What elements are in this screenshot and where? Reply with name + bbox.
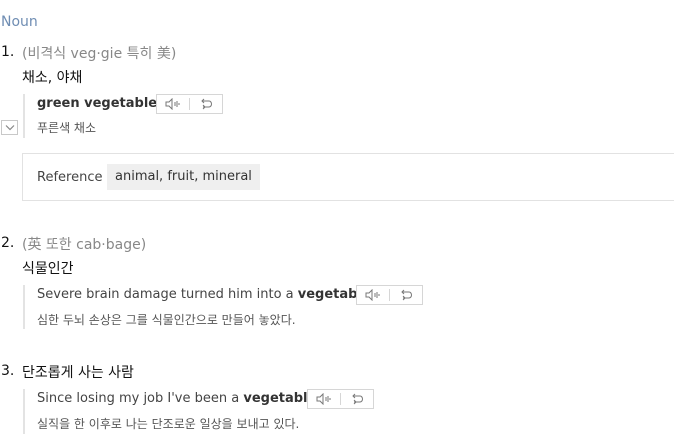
play-audio-button[interactable]: [308, 390, 340, 408]
reference-links[interactable]: animal, fruit, mineral: [107, 164, 260, 190]
sense-2-example-translation: 심한 두뇌 손상은 그를 식물인간으로 만들어 놓았다.: [37, 313, 296, 327]
repeat-audio-button[interactable]: [190, 95, 222, 113]
speaker-icon: [165, 98, 180, 110]
speaker-icon: [316, 393, 331, 405]
sense-2-number: 2.: [1, 235, 15, 251]
reference-box: Reference animal, fruit, mineral: [22, 153, 674, 201]
chevron-down-icon: [5, 125, 14, 131]
play-audio-button[interactable]: [157, 95, 189, 113]
example-keyword: vegetable: [243, 391, 317, 406]
sense-3-meaning: 단조롭게 사는 사람: [22, 365, 134, 381]
repeat-icon: [201, 98, 212, 110]
repeat-icon: [352, 393, 363, 405]
example-bar: [23, 389, 25, 434]
sense-1-example: green vegetables: [37, 96, 165, 111]
example-audio-controls: [307, 389, 374, 409]
sense-3-example-translation: 실직을 한 이후로 나는 단조로운 일상을 보내고 있다.: [37, 417, 300, 431]
sense-3-number: 3.: [1, 363, 15, 379]
example-audio-controls: [156, 94, 223, 114]
reference-label: Reference: [37, 170, 103, 185]
example-text-pre: Severe brain damage turned him into a: [37, 287, 298, 302]
sense-2-example: Severe brain damage turned him into a ve…: [37, 287, 375, 302]
example-text-pre: Since losing my job I've been a: [37, 391, 244, 406]
example-bar: [23, 285, 25, 329]
part-of-speech-label: Noun: [1, 14, 38, 30]
sense-1-number: 1.: [1, 44, 15, 60]
sense-2-meaning: 식물인간: [22, 261, 74, 277]
repeat-audio-button[interactable]: [390, 286, 422, 304]
repeat-icon: [401, 289, 412, 301]
expand-button[interactable]: [1, 120, 18, 135]
sense-2-note: (英 또한 cab·bage): [22, 237, 147, 253]
repeat-audio-button[interactable]: [341, 390, 373, 408]
example-bar: [23, 94, 25, 138]
sense-1-meaning: 채소, 야채: [22, 70, 83, 86]
sense-3-example: Since losing my job I've been a vegetabl…: [37, 391, 320, 406]
example-keyword: green vegetables: [37, 96, 165, 111]
sense-1-example-translation: 푸른색 채소: [37, 121, 97, 135]
example-audio-controls: [356, 285, 423, 305]
speaker-icon: [365, 289, 380, 301]
sense-1-note: (비격식 veg·gie 특히 美): [22, 46, 177, 62]
play-audio-button[interactable]: [357, 286, 389, 304]
